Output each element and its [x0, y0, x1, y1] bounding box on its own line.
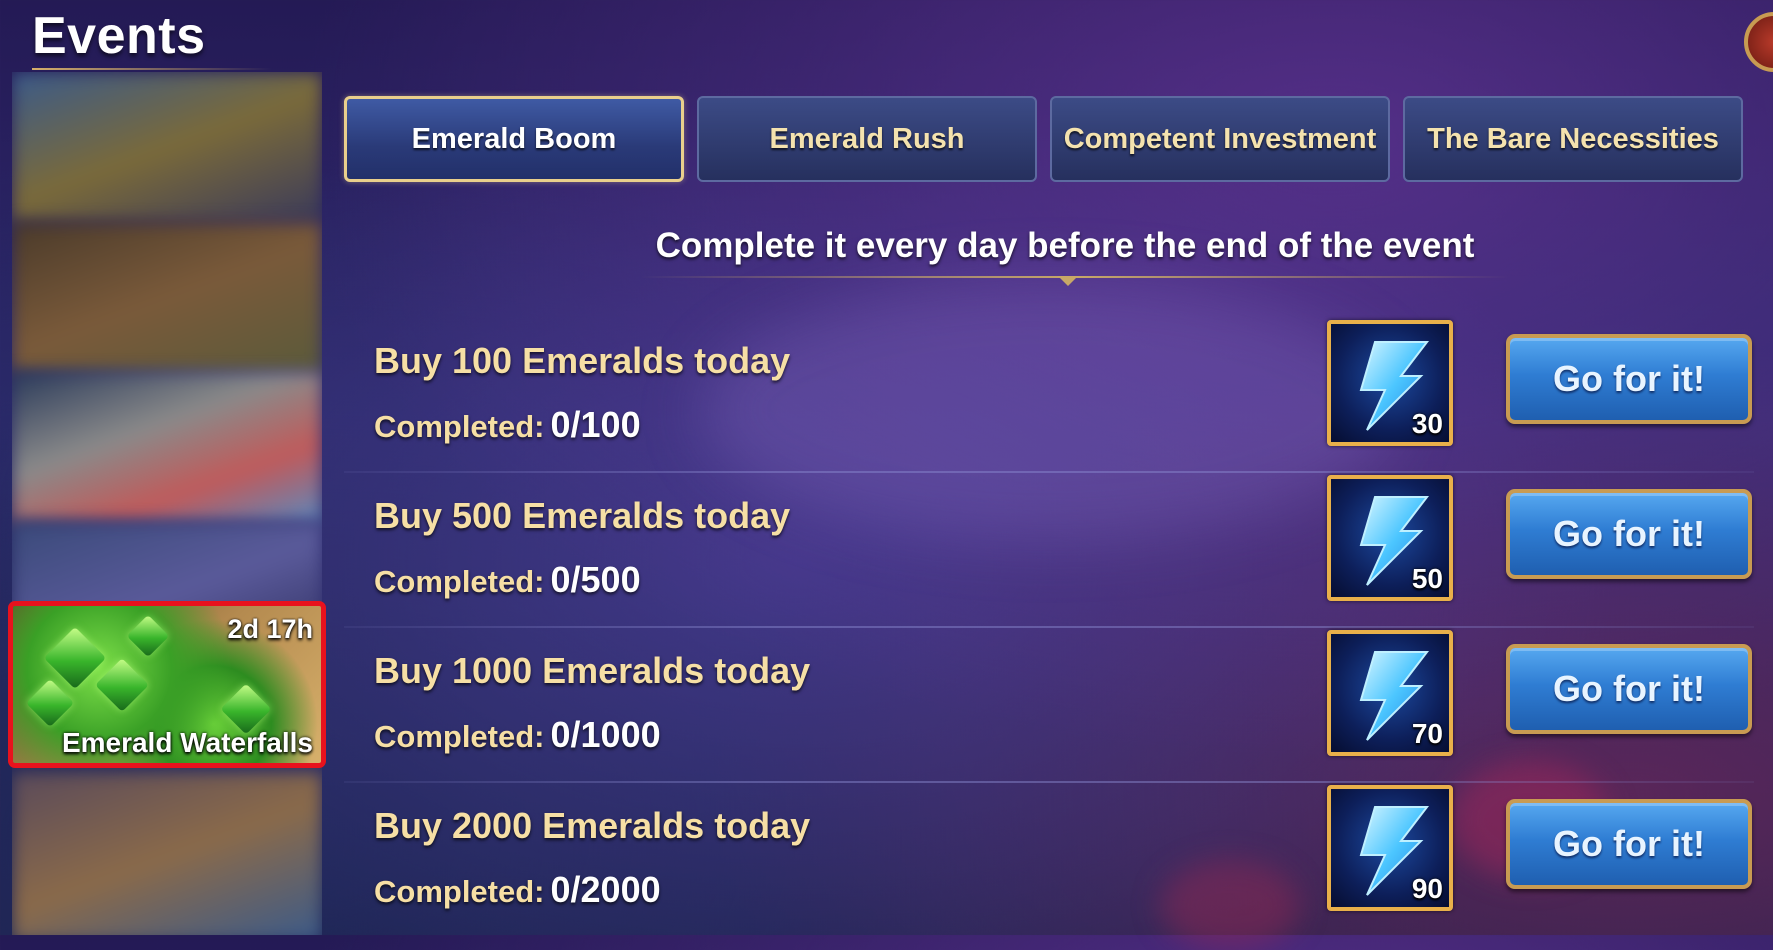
task-title: Buy 100 Emeralds today [374, 340, 791, 381]
go-for-it-button[interactable]: Go for it! [1506, 334, 1752, 424]
section-header: Complete it every day before the end of … [655, 226, 1475, 265]
reward-count: 50 [1411, 563, 1443, 594]
reward-item[interactable]: 50 [1327, 475, 1453, 601]
task-progress: Completed: 0/2000 [374, 869, 661, 911]
task-title: Buy 1000 Emeralds today [374, 650, 811, 691]
reward-item[interactable]: 30 [1327, 320, 1453, 446]
progress-value: 0/500 [550, 559, 641, 600]
events-sidebar[interactable] [12, 72, 322, 935]
progress-value: 0/2000 [550, 869, 661, 910]
sidebar-item-blurred[interactable] [12, 372, 322, 522]
reward-count: 90 [1411, 873, 1443, 904]
tab-emerald-boom[interactable]: Emerald Boom [344, 96, 684, 182]
reward-count: 70 [1411, 718, 1443, 749]
task-title: Buy 500 Emeralds today [374, 495, 791, 536]
divider-arrow-icon [1058, 276, 1078, 286]
task-row: Buy 100 Emeralds today Completed: 0/100 3… [344, 318, 1754, 473]
reward-item[interactable]: 90 [1327, 785, 1453, 911]
emerald-gem-icon [95, 658, 149, 712]
reward-count: 30 [1411, 408, 1443, 439]
progress-label: Completed: [374, 564, 545, 599]
sidebar-item-blurred[interactable] [12, 772, 322, 935]
go-for-it-button[interactable]: Go for it! [1506, 644, 1752, 734]
sidebar-item-blurred[interactable] [12, 72, 322, 222]
task-title: Buy 2000 Emeralds today [374, 805, 811, 846]
task-row: Buy 500 Emeralds today Completed: 0/500 5… [344, 473, 1754, 628]
progress-label: Completed: [374, 874, 545, 909]
tab-competent-investment[interactable]: Competent Investment [1050, 96, 1390, 182]
event-timer: 2d 17h [227, 614, 313, 644]
task-progress: Completed: 0/100 [374, 404, 641, 446]
sidebar-item-blurred[interactable] [12, 222, 322, 372]
task-row: Buy 1000 Emeralds today Completed: 0/1000… [344, 628, 1754, 783]
page-title: Events [32, 7, 206, 65]
go-for-it-button[interactable]: Go for it! [1506, 799, 1752, 889]
corner-button[interactable] [1744, 12, 1773, 72]
task-progress: Completed: 0/500 [374, 559, 641, 601]
progress-value: 0/1000 [550, 714, 661, 755]
progress-label: Completed: [374, 719, 545, 754]
emerald-gem-icon [25, 678, 75, 728]
tab-emerald-rush[interactable]: Emerald Rush [697, 96, 1037, 182]
sidebar-item-emerald-waterfalls[interactable]: 2d 17h Emerald Waterfalls [8, 601, 326, 768]
event-name: Emerald Waterfalls [61, 727, 313, 758]
emerald-gem-icon [126, 614, 170, 658]
emerald-gem-icon [43, 626, 107, 690]
task-row: Buy 2000 Emeralds today Completed: 0/2000… [344, 783, 1754, 938]
title-underline [32, 68, 272, 70]
tab-the-bare-necessities[interactable]: The Bare Necessities [1403, 96, 1743, 182]
progress-value: 0/100 [550, 404, 641, 445]
reward-item[interactable]: 70 [1327, 630, 1453, 756]
go-for-it-button[interactable]: Go for it! [1506, 489, 1752, 579]
progress-label: Completed: [374, 409, 545, 444]
task-progress: Completed: 0/1000 [374, 714, 661, 756]
